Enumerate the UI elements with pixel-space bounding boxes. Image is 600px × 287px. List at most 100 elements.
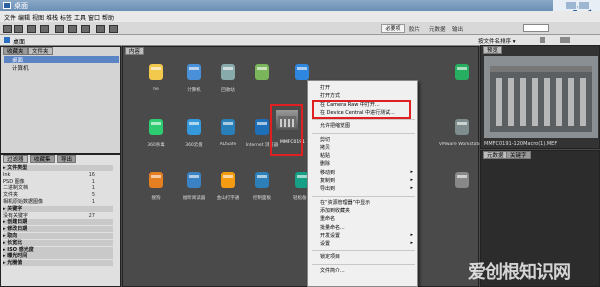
workspace-tab-metadata[interactable]: 元数据 xyxy=(429,25,446,33)
filter-item[interactable]: 相机原始数据图像 1 xyxy=(3,199,99,205)
context-menu-item[interactable]: 设置 xyxy=(320,240,330,247)
filter-count: 5 xyxy=(91,192,95,199)
tab-content[interactable]: 内容 xyxy=(125,47,145,55)
tab-filter[interactable]: 过滤器 xyxy=(3,155,28,163)
filter-item[interactable]: 没有关键字 27 xyxy=(3,213,99,219)
thumbnail-icon[interactable] xyxy=(248,170,276,192)
filter-item[interactable]: 二进制文档 1 xyxy=(3,185,99,191)
highlight-box-camera-raw xyxy=(312,100,411,119)
recent-icon[interactable] xyxy=(40,25,49,33)
breadcrumb[interactable]: 桌面 xyxy=(13,37,25,46)
thumbnail-icon[interactable] xyxy=(214,170,242,192)
tab-folders[interactable]: 文件夹 xyxy=(28,47,53,55)
highlight-box-thumbnail xyxy=(270,104,303,156)
minimize-button[interactable] xyxy=(565,1,577,10)
filter-item[interactable]: 文件夹 5 xyxy=(3,192,99,198)
workspace-tab-output[interactable]: 输出 xyxy=(452,25,463,33)
context-menu-item[interactable]: 开发设置 xyxy=(320,232,340,239)
filter-label: ▸ 创建日期 xyxy=(3,219,28,226)
filter-item[interactable]: lnk 16 xyxy=(3,172,99,178)
context-menu-item[interactable]: 粘贴 xyxy=(320,152,330,159)
context-menu-item[interactable]: 允许把缩览图 xyxy=(320,122,350,129)
tab-export[interactable]: 导出 xyxy=(57,155,77,163)
filter-category[interactable]: ▸ 曝光时间 xyxy=(3,253,113,260)
rotate-right-icon[interactable] xyxy=(109,25,118,33)
thumbnail-icon[interactable] xyxy=(142,62,170,84)
sort-direction-icon[interactable] xyxy=(540,37,545,43)
context-menu-item[interactable]: 拷贝 xyxy=(320,144,330,151)
context-menu-item[interactable]: 锁定项目 xyxy=(320,253,340,260)
context-menu-item[interactable]: 打开方式 xyxy=(320,92,340,99)
tree-item-desktop[interactable]: 桌面 xyxy=(4,56,119,64)
context-menu-item[interactable]: 重命名 xyxy=(320,215,335,222)
thumbnail-icon[interactable] xyxy=(248,62,276,84)
maximize-button[interactable] xyxy=(578,1,590,10)
tree-item-computer[interactable]: 计算机 xyxy=(4,64,119,72)
filter-label: ▸ 关键字 xyxy=(3,205,23,212)
context-menu-item[interactable]: 移动到 xyxy=(320,169,335,176)
workspace-tab-filmstrip[interactable]: 胶片 xyxy=(409,25,420,33)
filter-category[interactable]: ▸ 长宽比 xyxy=(3,239,113,246)
filter-item[interactable]: PSD 图像 1 xyxy=(3,179,99,185)
filter-category[interactable]: ▸ 取向 xyxy=(3,233,113,239)
thumbnail-icon[interactable] xyxy=(448,170,476,192)
menu-item-2[interactable]: 视图 xyxy=(32,13,44,22)
tab-favorites[interactable]: 收藏夹 xyxy=(3,47,28,55)
filter-label: 没有关键字 xyxy=(3,212,29,219)
context-menu-item[interactable]: 打开 xyxy=(320,84,330,91)
filter-label: ▸ 文件类型 xyxy=(3,165,28,171)
tab-preview[interactable]: 预览 xyxy=(483,46,503,54)
thumbnail-icon[interactable] xyxy=(448,62,476,84)
filter-label: ▸ 取向 xyxy=(3,233,18,239)
menu-item-0[interactable]: 文件 xyxy=(4,13,16,22)
context-menu-item[interactable]: 批量命名... xyxy=(320,224,345,231)
submenu-arrow-icon: ▸ xyxy=(410,240,413,247)
filter-category[interactable]: ▸ 光圈值 xyxy=(3,260,113,267)
context-menu-item[interactable]: 复制到 xyxy=(320,177,335,184)
menu-item-7[interactable]: 帮助 xyxy=(102,13,114,22)
thumbnail-icon[interactable] xyxy=(142,117,170,139)
refine-icon[interactable] xyxy=(68,25,77,33)
thumbnail-icon[interactable] xyxy=(214,62,242,84)
tab-metadata[interactable]: 元数据 xyxy=(483,151,508,159)
filter-category[interactable]: ▸ 文件类型 xyxy=(3,165,113,171)
menu-item-3[interactable]: 堆栈 xyxy=(46,13,58,22)
thumbnail-icon[interactable] xyxy=(180,170,208,192)
view-options-icon[interactable] xyxy=(560,37,570,43)
filter-category[interactable]: ▸ 修改日期 xyxy=(3,226,113,233)
forward-icon[interactable] xyxy=(14,25,23,33)
search-input[interactable] xyxy=(523,24,549,32)
thumbnail-icon[interactable] xyxy=(142,170,170,192)
context-menu-item[interactable]: 导出到 xyxy=(320,185,335,192)
folder-icon[interactable] xyxy=(27,25,36,33)
workspace-essentials-button[interactable]: 必要项 xyxy=(381,24,405,33)
sort-dropdown[interactable]: 按文件名排序 ▾ xyxy=(478,37,516,45)
rotate-left-icon[interactable] xyxy=(96,25,105,33)
camera-icon[interactable] xyxy=(55,25,64,33)
context-menu-item[interactable]: 文件简介... xyxy=(320,267,345,274)
menu-item-5[interactable]: 工具 xyxy=(74,13,86,22)
tab-keywords[interactable]: 关键字 xyxy=(506,151,531,159)
context-menu-item[interactable]: 在“资源管理器”中显示 xyxy=(320,199,370,206)
folder-icon xyxy=(4,37,10,43)
context-menu-item[interactable]: 添加到收藏夹 xyxy=(320,207,350,214)
menu-separator xyxy=(312,250,415,252)
filter-category[interactable]: ▸ ISO 感光度 xyxy=(3,246,113,253)
context-menu-item[interactable]: 删除 xyxy=(320,160,330,167)
thumbnail-icon[interactable] xyxy=(180,117,208,139)
thumbnail-icon[interactable] xyxy=(448,117,476,139)
tab-collections[interactable]: 收藏集 xyxy=(30,155,55,163)
thumbnail-icon[interactable] xyxy=(180,62,208,84)
thumbnail-icon[interactable] xyxy=(214,117,242,139)
filter-label: PSD 图像 xyxy=(3,178,25,185)
menu-item-6[interactable]: 窗口 xyxy=(88,13,100,22)
menu-item-1[interactable]: 编辑 xyxy=(18,13,30,22)
menu-item-4[interactable]: 标签 xyxy=(60,13,72,22)
filter-count: 27 xyxy=(88,212,95,219)
filter-category[interactable]: ▸ 关键字 xyxy=(3,205,113,212)
menu-separator xyxy=(312,132,415,134)
filter-category[interactable]: ▸ 创建日期 xyxy=(3,219,113,226)
open-in-icon[interactable] xyxy=(81,25,90,33)
context-menu-item[interactable]: 剪切 xyxy=(320,136,330,143)
back-icon[interactable] xyxy=(3,25,12,33)
